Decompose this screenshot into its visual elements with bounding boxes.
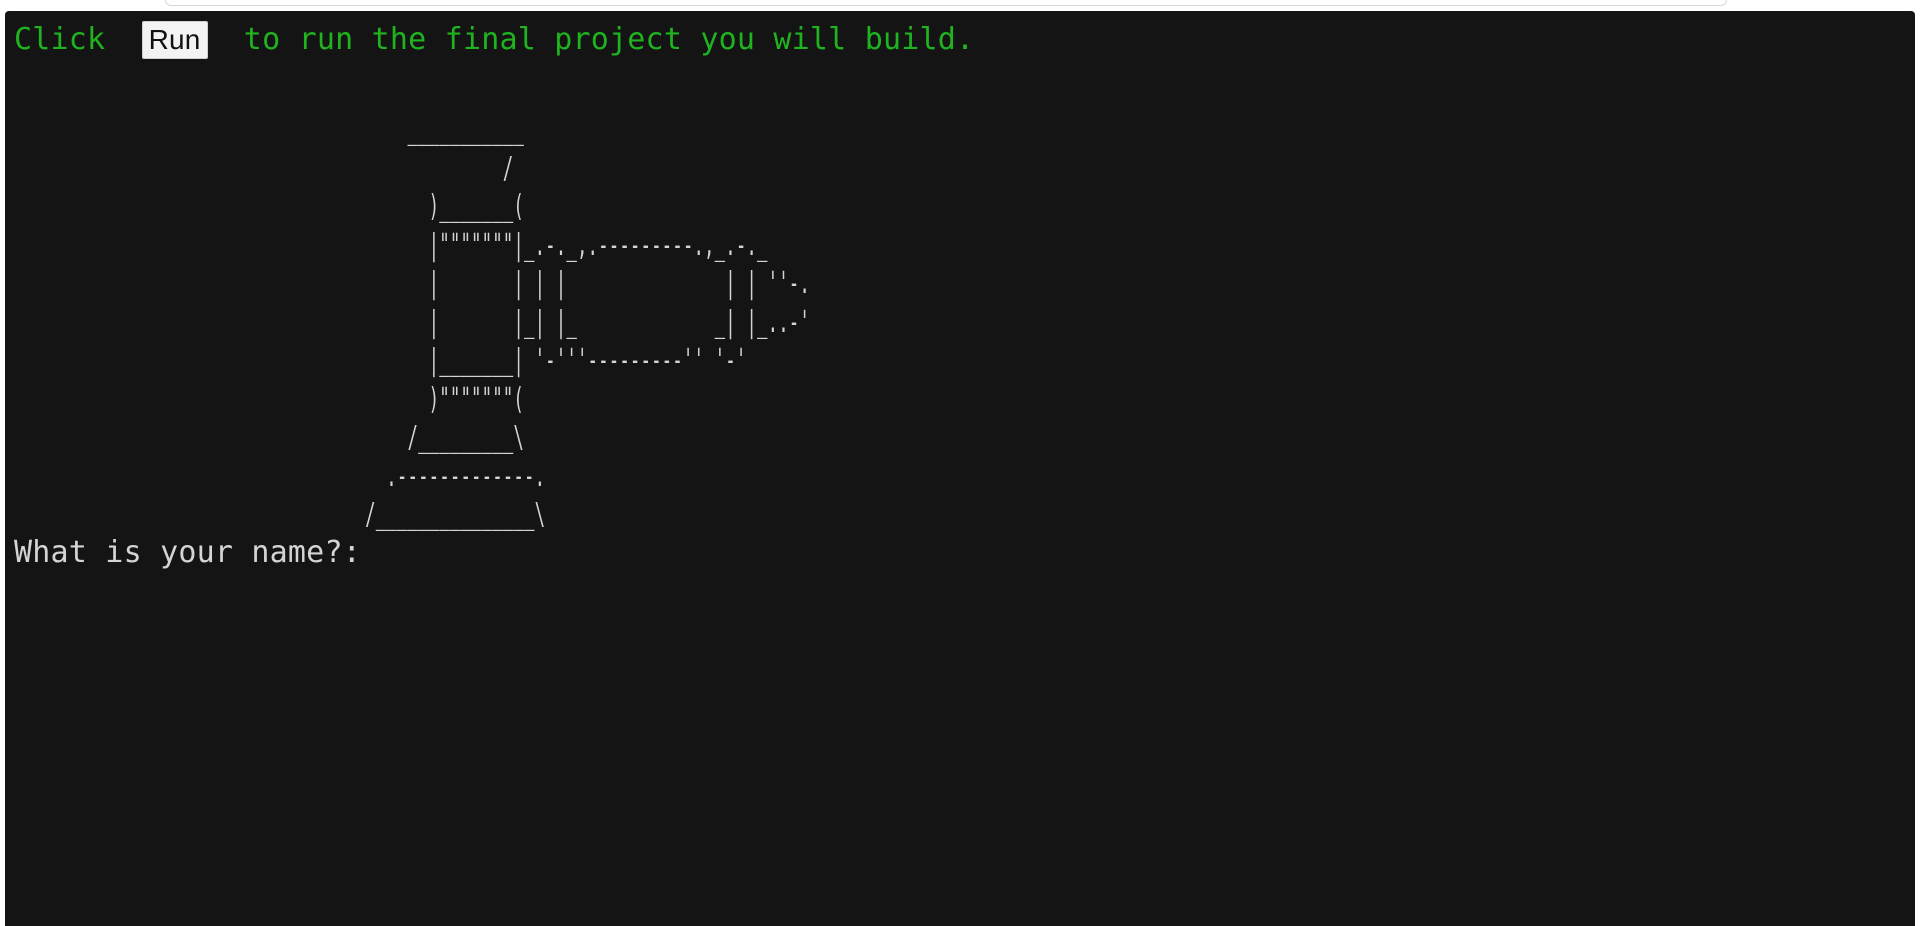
run-hint: Click Run to run the final project you w… bbox=[14, 18, 974, 62]
run-hint-prefix: Click bbox=[14, 22, 124, 57]
browser-top-edge bbox=[0, 0, 1920, 11]
gavel-ascii-art: ___________ / )_______( |"""""""|_.-._,.… bbox=[365, 112, 810, 532]
name-prompt: What is your name?: bbox=[14, 535, 361, 570]
run-hint-suffix: to run the final project you will build. bbox=[225, 22, 975, 57]
console-panel: Click Run to run the final project you w… bbox=[5, 11, 1915, 926]
name-prompt-line: What is your name?: bbox=[14, 533, 969, 573]
run-button[interactable]: Run bbox=[141, 21, 208, 59]
address-bar-edge bbox=[165, 0, 1727, 6]
name-input[interactable] bbox=[360, 535, 969, 571]
